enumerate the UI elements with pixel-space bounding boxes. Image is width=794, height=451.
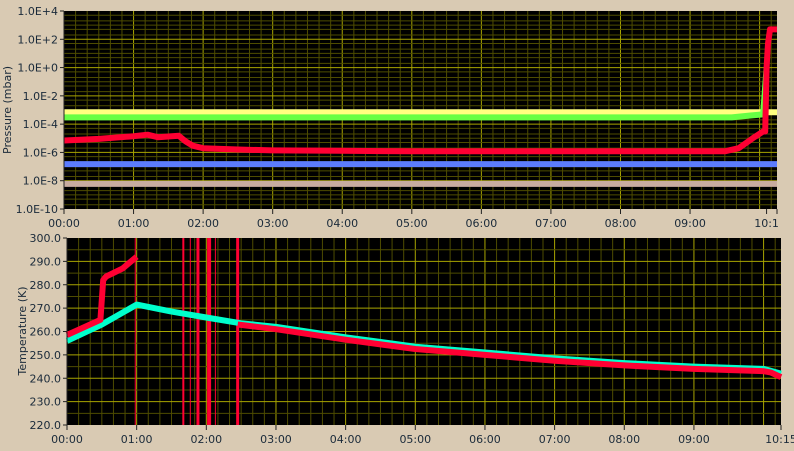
x-tick-label: 05:00 (399, 433, 431, 446)
x-tick-label: 04:00 (330, 433, 362, 446)
y-tick-label: 260.0 (30, 326, 62, 339)
chart-canvas: Pressure (mbar) Temperature (K) 1.0E+41.… (1, 5, 794, 446)
x-tick-label: 10:15 (765, 433, 794, 446)
y-tick-label: 240.0 (30, 372, 62, 385)
pressure-axis-label: Pressure (mbar) (1, 66, 14, 154)
x-tick-label: 00:00 (48, 217, 80, 230)
y-tick-label: 230.0 (30, 396, 62, 409)
y-tick-label: 250.0 (30, 349, 62, 362)
y-tick-label: 1.0E+0 (17, 62, 58, 75)
x-tick-label: 00:00 (51, 433, 83, 446)
y-tick-label: 280.0 (30, 279, 62, 292)
y-tick-label: 1.0E-8 (23, 175, 58, 188)
x-tick-label: 01:00 (121, 433, 153, 446)
y-tick-label: 290.0 (30, 255, 62, 268)
y-tick-label: 1.0E-4 (23, 118, 58, 131)
x-tick-label: 04:00 (326, 217, 358, 230)
x-tick-label: 02:00 (187, 217, 219, 230)
y-tick-label: 300.0 (30, 232, 62, 245)
x-tick-label: 08:00 (608, 433, 640, 446)
x-tick-label: 05:00 (396, 217, 428, 230)
y-tick-label: 1.0E-10 (16, 203, 58, 216)
x-tick-label: 03:00 (257, 217, 289, 230)
x-tick-label: 10:1 (754, 217, 779, 230)
x-tick-label: 07:00 (535, 217, 567, 230)
y-tick-label: 1.0E+4 (17, 5, 58, 18)
temperature-chart: 300.0 290.0 280.0 270.0 260.0 250.0 240.0 230.0… (30, 232, 794, 446)
x-tick-label: 02:00 (190, 433, 222, 446)
x-tick-label: 09:00 (678, 433, 710, 446)
y-tick-label: 1.0E-2 (23, 90, 58, 103)
y-tick-label: 220.0 (30, 419, 62, 432)
pressure-chart: 1.0E+4 1.0E+2 1.0E+0 1.0E-2 1.0E-4 1.0E-6 1.0E… (16, 5, 779, 230)
y-tick-label: 1.0E+2 (17, 33, 58, 46)
temperature-axis-label: Temperature (K) (16, 287, 29, 377)
y-tick-label: 1.0E-6 (23, 146, 58, 159)
y-tick-label: 270.0 (30, 302, 62, 315)
x-tick-label: 06:00 (466, 217, 498, 230)
x-tick-label: 06:00 (469, 433, 501, 446)
x-tick-label: 08:00 (605, 217, 637, 230)
x-tick-label: 09:00 (674, 217, 706, 230)
x-tick-label: 07:00 (539, 433, 571, 446)
x-tick-label: 01:00 (118, 217, 150, 230)
x-tick-label: 03:00 (260, 433, 292, 446)
